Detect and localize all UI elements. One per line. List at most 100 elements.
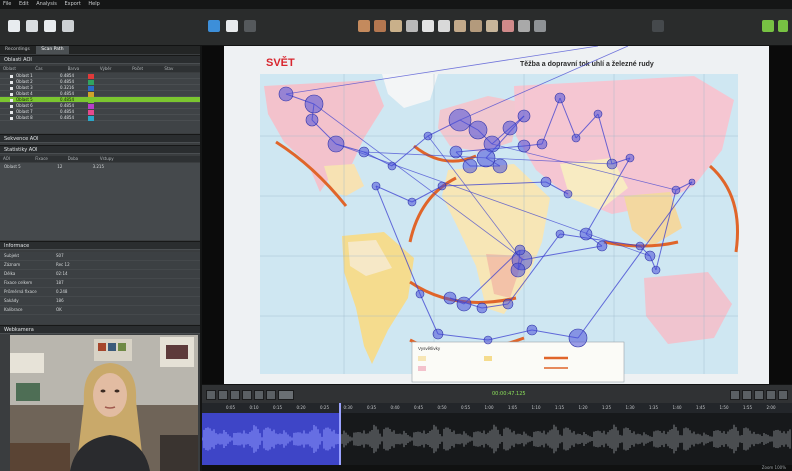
record-icon[interactable] bbox=[244, 20, 256, 32]
aoi-checkbox[interactable] bbox=[10, 116, 13, 120]
timeline-settings-icon[interactable] bbox=[778, 390, 788, 400]
ruler-tick-label: 0:15 bbox=[273, 405, 282, 410]
aoi-rect-icon[interactable] bbox=[358, 20, 370, 32]
rewind-icon[interactable] bbox=[218, 390, 228, 400]
fit-icon[interactable] bbox=[754, 390, 764, 400]
speed-select[interactable] bbox=[278, 390, 294, 400]
pause-icon[interactable] bbox=[242, 390, 252, 400]
ruler-tick-label: 1:55 bbox=[743, 405, 752, 410]
fixation-circle bbox=[526, 324, 538, 336]
aoi-color-swatch[interactable] bbox=[88, 109, 94, 115]
aoi-checkbox[interactable] bbox=[10, 86, 13, 90]
aoi-color-swatch[interactable] bbox=[88, 97, 94, 103]
screen-icon[interactable] bbox=[208, 20, 220, 32]
aoi-checkbox[interactable] bbox=[10, 98, 13, 102]
aoi-polygon-icon[interactable] bbox=[390, 20, 402, 32]
play-icon[interactable] bbox=[230, 390, 240, 400]
zoom-in-icon[interactable] bbox=[730, 390, 740, 400]
aoi-checkbox[interactable] bbox=[10, 74, 13, 78]
timeline-track[interactable]: 0:05 0:10 0:15 0:20 0:25 0:30 0:35 0:40 0:45 0:50… bbox=[202, 403, 792, 465]
col-barva[interactable]: Barva bbox=[65, 66, 96, 72]
aoi-checkbox[interactable] bbox=[10, 104, 13, 108]
prev-icon[interactable] bbox=[762, 20, 774, 32]
open-icon[interactable] bbox=[26, 20, 38, 32]
export-icon[interactable] bbox=[226, 20, 238, 32]
menu-edit[interactable]: Edit bbox=[16, 0, 32, 9]
status-text: Zoom 100% bbox=[761, 465, 786, 470]
map-title-left: SVĚT bbox=[266, 56, 295, 69]
fixation-circle bbox=[483, 335, 493, 345]
aoi-row[interactable]: Oblast 8 0.4854 bbox=[0, 115, 200, 121]
camera-icon[interactable] bbox=[652, 20, 664, 32]
col-vstupy[interactable]: Vstupy bbox=[97, 156, 128, 162]
aoi-color-swatch[interactable] bbox=[88, 85, 94, 91]
fixation-circle bbox=[554, 92, 566, 104]
col-pocet[interactable]: Počet bbox=[129, 66, 160, 72]
menu-export[interactable]: Export bbox=[61, 0, 83, 9]
aoi-color-swatch[interactable] bbox=[88, 73, 94, 79]
forward-icon[interactable] bbox=[266, 390, 276, 400]
fixation-circle bbox=[502, 120, 518, 136]
col-vyber[interactable]: Výběr bbox=[97, 66, 128, 72]
fixation-circle bbox=[568, 328, 588, 348]
stats-body: Oblast 5 12 3.215 bbox=[0, 163, 200, 240]
aoi-color-swatch[interactable] bbox=[88, 91, 94, 97]
select-icon[interactable] bbox=[454, 20, 466, 32]
sync-icon[interactable] bbox=[518, 20, 530, 32]
tab-scan-path[interactable]: Scan Path bbox=[36, 46, 69, 54]
timeline-playhead[interactable] bbox=[339, 403, 342, 465]
print-icon[interactable] bbox=[62, 20, 74, 32]
col-oblast[interactable]: Oblast bbox=[0, 66, 31, 72]
aoi-checkbox[interactable] bbox=[10, 80, 13, 84]
fixation-circle bbox=[437, 181, 447, 191]
aoi-color-swatch[interactable] bbox=[88, 103, 94, 109]
fixation-circle bbox=[688, 178, 696, 186]
timeline-controls: 00:00:47.125 bbox=[202, 384, 792, 404]
fixation-circle bbox=[625, 153, 635, 163]
aoi-color-swatch[interactable] bbox=[88, 115, 94, 121]
tab-recordings[interactable]: Recordings bbox=[0, 46, 35, 54]
stats-row[interactable]: Oblast 5 12 3.215 bbox=[0, 163, 200, 172]
pointer-icon[interactable] bbox=[422, 20, 434, 32]
menu-analysis[interactable]: Analysis bbox=[33, 0, 60, 9]
heatmap-icon[interactable] bbox=[486, 20, 498, 32]
col-aoi[interactable]: AOI bbox=[0, 156, 31, 162]
seq-panel-title[interactable]: Sekvence AOI bbox=[0, 134, 200, 143]
save-icon[interactable] bbox=[44, 20, 56, 32]
menu-file[interactable]: File bbox=[0, 0, 14, 9]
stats-row-aoi: Oblast 5 bbox=[4, 164, 21, 169]
col-doba[interactable]: Doba bbox=[65, 156, 96, 162]
new-icon[interactable] bbox=[8, 20, 20, 32]
aoi-checkbox[interactable] bbox=[10, 110, 13, 114]
stats-panel-title[interactable]: Statistiky AOI bbox=[0, 145, 200, 154]
col-cas[interactable]: Čas bbox=[32, 66, 63, 72]
skip-back-icon[interactable] bbox=[206, 390, 216, 400]
aoi-panel-title[interactable]: Oblasti AOI bbox=[0, 55, 200, 64]
legend-swatch bbox=[484, 356, 492, 361]
next-icon[interactable] bbox=[778, 20, 788, 32]
aoi-ellipse-icon[interactable] bbox=[374, 20, 386, 32]
fixation-circle bbox=[476, 302, 488, 314]
marker-icon[interactable] bbox=[766, 390, 776, 400]
info-panel-title[interactable]: Informace bbox=[0, 241, 200, 250]
settings-icon[interactable] bbox=[534, 20, 546, 32]
stop-icon[interactable] bbox=[254, 390, 264, 400]
fixation-circle bbox=[510, 262, 526, 278]
fixation-circle bbox=[387, 161, 397, 171]
zoom-out-icon[interactable] bbox=[742, 390, 752, 400]
col-stav[interactable]: Stav bbox=[161, 66, 192, 72]
gazeplot-icon[interactable] bbox=[502, 20, 514, 32]
info-row: Subjekt S07 bbox=[0, 252, 200, 261]
ruler-tick-label: 2:00 bbox=[766, 405, 776, 410]
cursor-icon[interactable] bbox=[438, 20, 450, 32]
info-key: Záznam bbox=[4, 262, 21, 267]
menu-help[interactable]: Help bbox=[85, 0, 102, 9]
aoi-checkbox[interactable] bbox=[10, 92, 13, 96]
aoi-color-swatch[interactable] bbox=[88, 79, 94, 85]
ruler-tick-label: 1:00 bbox=[484, 405, 494, 410]
col-fixace[interactable]: Fixace bbox=[32, 156, 63, 162]
aoi-move-icon[interactable] bbox=[406, 20, 418, 32]
map-stimulus[interactable]: SVĚT Těžba a dopravní tok uhlí a železné… bbox=[224, 46, 769, 384]
grid-icon[interactable] bbox=[470, 20, 482, 32]
webcam-panel-title[interactable]: Webkamera bbox=[0, 325, 200, 334]
